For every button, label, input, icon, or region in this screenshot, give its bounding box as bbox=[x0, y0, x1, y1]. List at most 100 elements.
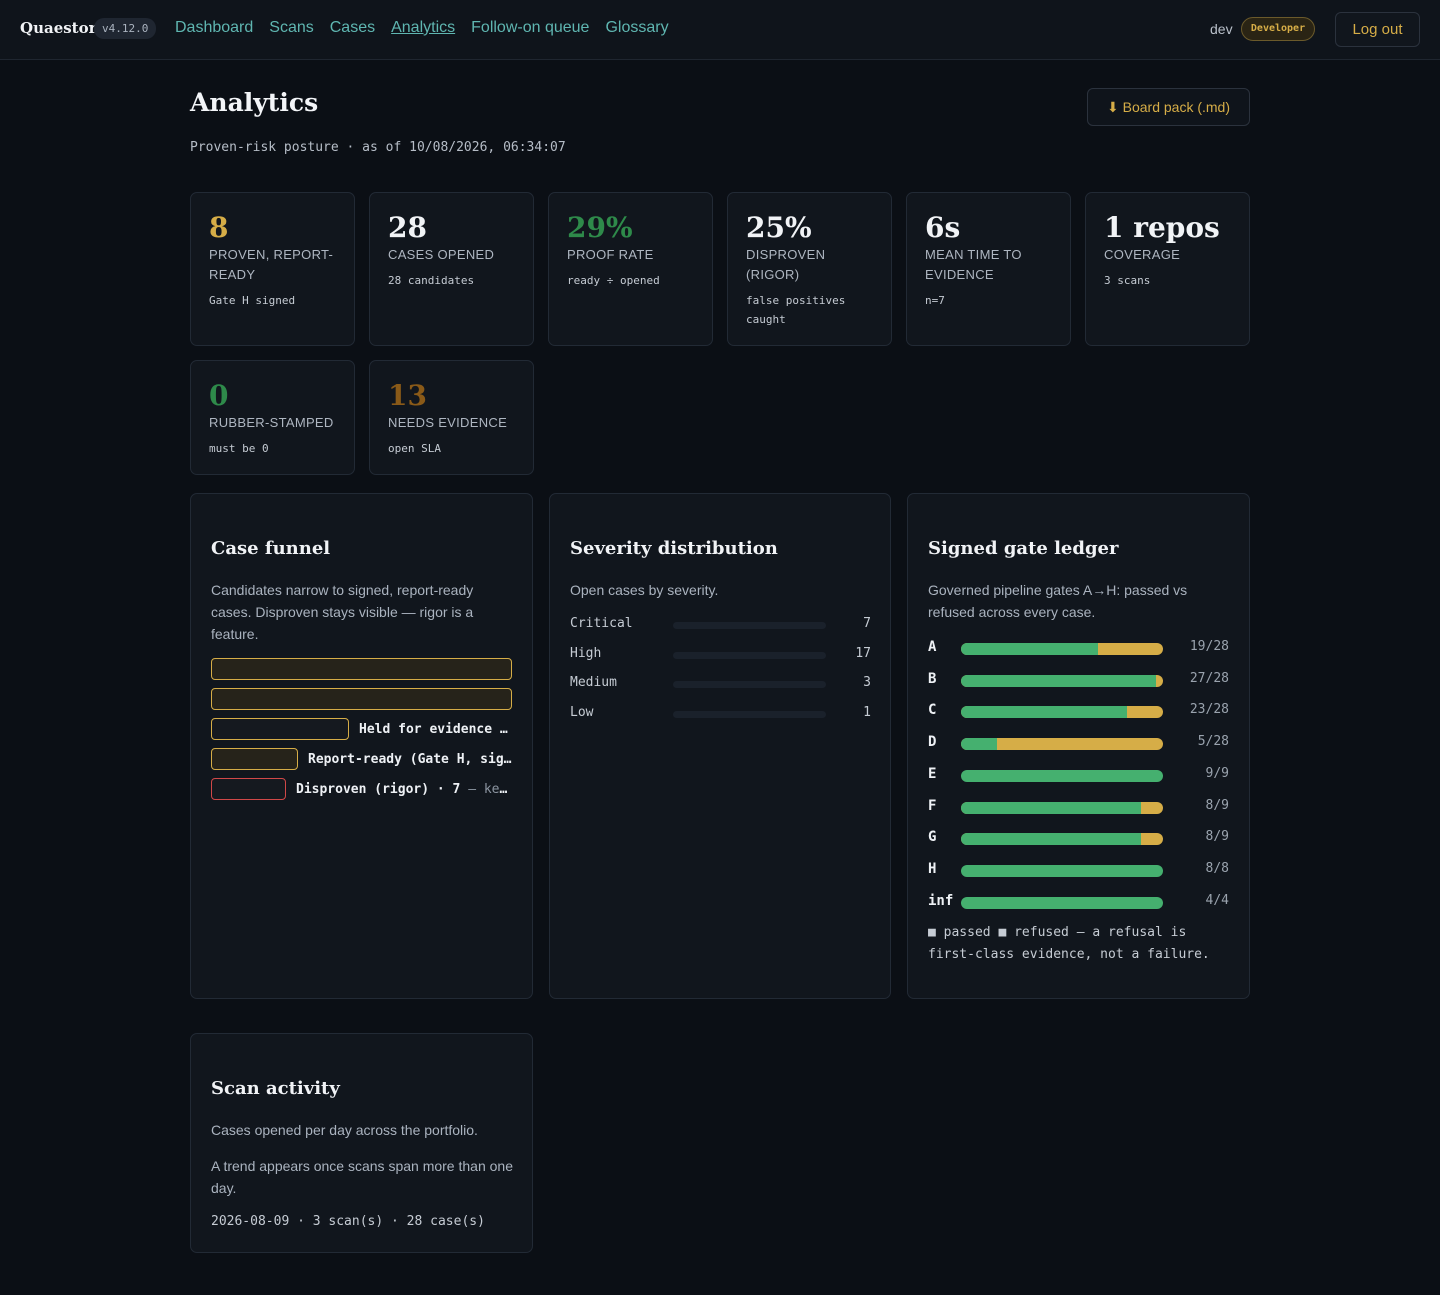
funnel-row bbox=[211, 688, 512, 710]
kpi-sub: false positives caught bbox=[746, 294, 846, 326]
gate-bar-passed bbox=[961, 896, 1163, 909]
nav-dashboard[interactable]: Dashboard bbox=[175, 19, 253, 37]
severity-panel: Severity distribution Open cases by seve… bbox=[549, 493, 891, 999]
kpi-label: Proven, report-ready bbox=[209, 247, 334, 282]
nav-scans[interactable]: Scans bbox=[269, 19, 313, 37]
gate-bar-passed bbox=[961, 706, 1127, 719]
panel-title: Severity distribution bbox=[570, 538, 778, 559]
kpi-value: 28 bbox=[388, 211, 427, 244]
panel-title: Signed gate ledger bbox=[928, 538, 1119, 559]
funnel-label-note: — kept visible bbox=[468, 781, 512, 797]
funnel-row: Held for evidence · 13 bbox=[211, 718, 512, 740]
top-bar: Quaestor v4.12.0 Dashboard Scans Cases A… bbox=[0, 0, 1440, 60]
severity-row: Medium 3 bbox=[570, 675, 871, 693]
gate-bar-passed bbox=[961, 643, 1099, 655]
board-pack-download-button[interactable]: ⬇ Board pack (.md) bbox=[1087, 88, 1250, 126]
gate-name: B bbox=[928, 670, 937, 687]
kpi-card-cases-opened: 28 Cases opened 28 candidates bbox=[369, 192, 534, 346]
kpi-sub: ready ÷ opened bbox=[567, 274, 660, 287]
kpi-value: 1 repos bbox=[1104, 211, 1220, 244]
gate-bar-passed bbox=[961, 674, 1156, 687]
kpi-sub: must be 0 bbox=[209, 442, 269, 455]
severity-bar-track bbox=[673, 710, 826, 718]
severity-name: Low bbox=[570, 704, 594, 720]
severity-bar-track bbox=[673, 681, 826, 688]
gate-name: F bbox=[928, 797, 937, 814]
kpi-card-disproven: 25% Disproven (rigor) false positives ca… bbox=[727, 192, 892, 346]
page-subtitle: Proven-risk posture · as of 10/08/2026, … bbox=[190, 140, 566, 155]
kpi-card-proven: 8 Proven, report-ready Gate H signed bbox=[190, 192, 355, 346]
scan-activity-summary: 2026-08-09 · 3 scan(s) · 28 case(s) bbox=[211, 1214, 485, 1229]
panel-description: Cases opened per day across the portfoli… bbox=[211, 1122, 478, 1138]
gate-count: 8/9 bbox=[1205, 797, 1229, 813]
kpi-sub: n=7 bbox=[925, 294, 945, 307]
gate-bar-passed bbox=[961, 864, 1163, 877]
gate-count: 5/28 bbox=[1197, 734, 1229, 750]
panel-description: Candidates narrow to signed, report-read… bbox=[211, 582, 474, 642]
gate-bar-passed bbox=[961, 738, 998, 751]
gate-count: 19/28 bbox=[1189, 639, 1229, 654]
funnel-bar bbox=[211, 718, 349, 740]
user-name: dev bbox=[1210, 21, 1233, 37]
scan-activity-note: A trend appears once scans span more tha… bbox=[211, 1158, 513, 1196]
gate-count: 8/8 bbox=[1205, 860, 1229, 876]
severity-bar-track bbox=[673, 622, 826, 629]
gate-row: B 27/28 bbox=[928, 671, 1229, 689]
gate-row: G 8/9 bbox=[928, 829, 1229, 847]
funnel-bar bbox=[211, 748, 298, 770]
gate-bar-passed bbox=[961, 801, 1141, 814]
kpi-sub: open SLA bbox=[388, 442, 441, 455]
funnel-label: Disproven (rigor) · 7 — kept visible bbox=[296, 782, 512, 797]
kpi-card-coverage: 1 repos Coverage 3 scans bbox=[1085, 192, 1250, 346]
gate-name: C bbox=[928, 702, 937, 719]
gate-row: A 19/28 bbox=[928, 639, 1229, 657]
kpi-card-rubber-stamped: 0 Rubber-stamped must be 0 bbox=[190, 360, 355, 475]
gate-count: 4/4 bbox=[1205, 892, 1229, 908]
role-badge: Developer bbox=[1241, 17, 1315, 41]
kpi-label: Proof rate bbox=[567, 247, 654, 262]
kpi-label: Needs evidence bbox=[388, 415, 508, 430]
logout-button[interactable]: Log out bbox=[1335, 12, 1420, 47]
gate-bar-track bbox=[961, 674, 1163, 687]
gate-bar-track bbox=[961, 864, 1163, 877]
kpi-card-mean-time: 6s Mean time to evidence n=7 bbox=[906, 192, 1071, 346]
kpi-value: 13 bbox=[388, 379, 427, 412]
gate-bar-track bbox=[961, 738, 1163, 751]
case-funnel-panel: Case funnel Candidates narrow to signed,… bbox=[190, 493, 533, 999]
gate-name: H bbox=[928, 860, 937, 877]
page-title: Analytics bbox=[190, 88, 319, 117]
gate-row: C 23/28 bbox=[928, 702, 1229, 720]
brand-logo[interactable]: Quaestor bbox=[20, 19, 97, 37]
severity-count: 1 bbox=[863, 704, 871, 720]
gate-bar-track bbox=[961, 833, 1163, 846]
nav-glossary[interactable]: Glossary bbox=[605, 19, 668, 37]
kpi-label: Rubber-stamped bbox=[209, 415, 334, 430]
kpi-label: Coverage bbox=[1104, 247, 1181, 262]
gate-row: inf 4/4 bbox=[928, 893, 1229, 911]
version-badge: v4.12.0 bbox=[94, 18, 157, 39]
kpi-sub: 3 scans bbox=[1104, 274, 1151, 287]
kpi-label: Mean time to evidence bbox=[925, 247, 1022, 282]
nav-analytics[interactable]: Analytics bbox=[391, 19, 455, 37]
gate-bar-track bbox=[961, 896, 1163, 909]
gate-bar-track bbox=[961, 643, 1163, 655]
severity-count: 7 bbox=[863, 616, 871, 631]
gate-count: 8/9 bbox=[1205, 829, 1229, 845]
kpi-value: 29% bbox=[567, 211, 633, 244]
funnel-row: Disproven (rigor) · 7 — kept visible bbox=[211, 778, 512, 800]
gate-name: D bbox=[928, 734, 937, 751]
severity-name: Medium bbox=[570, 675, 617, 690]
nav-cases[interactable]: Cases bbox=[330, 19, 375, 37]
severity-bar-track bbox=[673, 651, 826, 659]
scan-activity-panel: Scan activity Cases opened per day acros… bbox=[190, 1033, 533, 1253]
nav-follow-on-queue[interactable]: Follow-on queue bbox=[471, 19, 589, 37]
gate-bar-track bbox=[961, 769, 1163, 782]
funnel-bar bbox=[211, 688, 512, 710]
kpi-card-proof-rate: 29% Proof rate ready ÷ opened bbox=[548, 192, 713, 346]
gate-bar-passed bbox=[961, 833, 1141, 846]
gate-name: E bbox=[928, 765, 937, 782]
gate-bar-track bbox=[961, 706, 1163, 719]
panel-description: Governed pipeline gates A→H: passed vs r… bbox=[928, 582, 1188, 620]
gate-row: H 8/8 bbox=[928, 861, 1229, 879]
gate-legend: ■ passed ■ refused — a refusal is first-… bbox=[928, 925, 1210, 962]
